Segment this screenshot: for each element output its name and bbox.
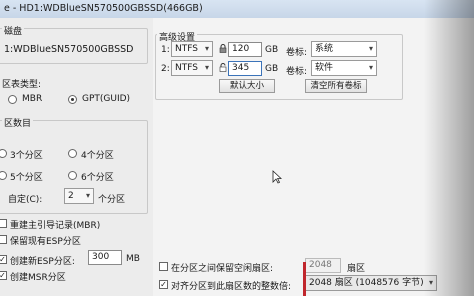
keep-esp-label: 保留现有ESP分区 [10,237,81,247]
align-checkbox[interactable]: ✓ [159,280,168,289]
mouse-cursor-icon [272,170,282,184]
free-space-label: 在分区之间保留空闲扇区: [171,264,274,274]
esp-size-input[interactable]: 300 [88,250,122,265]
mbr-label: MBR [22,94,43,104]
row2-volume-value: 软件 [315,63,334,73]
free-space-input[interactable]: 2048 [305,258,341,273]
disk-name: 1:WDBlueSN570500GBSSD [4,44,134,55]
row2-size-input[interactable]: 345 [228,61,262,76]
custom-count-select[interactable]: 2 ▾ [64,188,94,204]
window-title: e - HD1:WDBlueSN570500GBSSD(466GB) [4,3,203,14]
row1-fs-select[interactable]: NTFS ▾ [171,41,213,57]
opt3-label: 3个分区 [10,151,43,161]
align-label: 对齐分区到此扇区数的整数倍: [171,282,292,292]
partition-dialog: 磁盘 1:WDBlueSN570500GBSSD 区表类型: MBR GPT(G… [0,18,474,296]
chevron-down-icon: ▾ [204,44,209,53]
chevron-down-icon: ▾ [368,63,373,72]
row2-unit: GB [265,64,279,74]
disk-group-label: 磁盘 [2,24,25,37]
row2-fs-value: NTFS [175,63,198,73]
title-bar: e - HD1:WDBlueSN570500GBSSD(466GB) [0,0,474,19]
rebuild-mbr-checkbox[interactable] [0,219,7,228]
opt6-radio[interactable] [68,171,77,180]
clear-labels-button[interactable]: 清空所有卷标 [305,79,367,93]
align-value: 2048 扇区 (1048576 字节) [309,278,424,288]
free-space-unit: 扇区 [347,264,366,274]
unlock-icon[interactable] [219,63,227,72]
custom-count-value: 2 [68,191,74,201]
gpt-label: GPT(GUID) [82,94,131,104]
free-space-checkbox[interactable] [159,262,168,271]
row2-number: 2: [161,64,170,74]
chevron-down-icon: ▾ [85,191,90,200]
create-msr-label: 创建MSR分区 [10,273,66,283]
custom-label: 自定(C): [8,195,43,205]
row2-volume-select[interactable]: 软件 ▾ [311,60,377,76]
opt4-radio[interactable] [68,149,77,158]
chevron-down-icon: ▾ [368,44,373,53]
opt6-label: 6个分区 [81,173,114,183]
custom-suffix: 个分区 [98,195,126,205]
partition-type-label: 区表类型: [2,80,42,90]
right-pane: 高级设置 1: NTFS ▾ 120 GB 卷标: 系统 ▾ 2: NTFS ▾… [153,18,474,296]
create-esp-checkbox[interactable]: ✓ [0,255,7,264]
red-accent-bar [303,262,306,296]
row1-volume-value: 系统 [315,44,334,54]
row1-volume-label: 卷标: [286,48,308,58]
row1-unit: GB [265,45,279,55]
gpt-radio[interactable] [68,95,77,104]
keep-esp-checkbox[interactable] [0,235,7,244]
row1-size-input[interactable]: 120 [228,42,262,57]
lock-icon[interactable] [219,44,227,53]
rebuild-mbr-label: 重建主引导记录(MBR) [10,221,101,231]
chevron-down-icon: ▾ [204,63,209,72]
esp-unit: MB [126,254,140,264]
chevron-down-icon: ▾ [428,278,433,287]
row2-volume-label: 卷标: [286,67,308,77]
row2-fs-select[interactable]: NTFS ▾ [171,60,213,76]
row1-number: 1: [161,45,170,55]
create-esp-label: 创建新ESP分区: [10,257,75,267]
row1-volume-select[interactable]: 系统 ▾ [311,41,377,57]
default-size-button[interactable]: 默认大小 [219,79,275,93]
opt5-label: 5个分区 [10,173,43,183]
opt4-label: 4个分区 [81,151,114,161]
create-msr-checkbox[interactable]: ✓ [0,271,7,280]
row1-fs-value: NTFS [175,44,198,54]
count-group-label: 区数目 [2,116,34,129]
align-select[interactable]: 2048 扇区 (1048576 字节) ▾ [305,275,437,291]
left-pane: 磁盘 1:WDBlueSN570500GBSSD 区表类型: MBR GPT(G… [0,18,152,296]
mbr-radio[interactable] [8,95,17,104]
